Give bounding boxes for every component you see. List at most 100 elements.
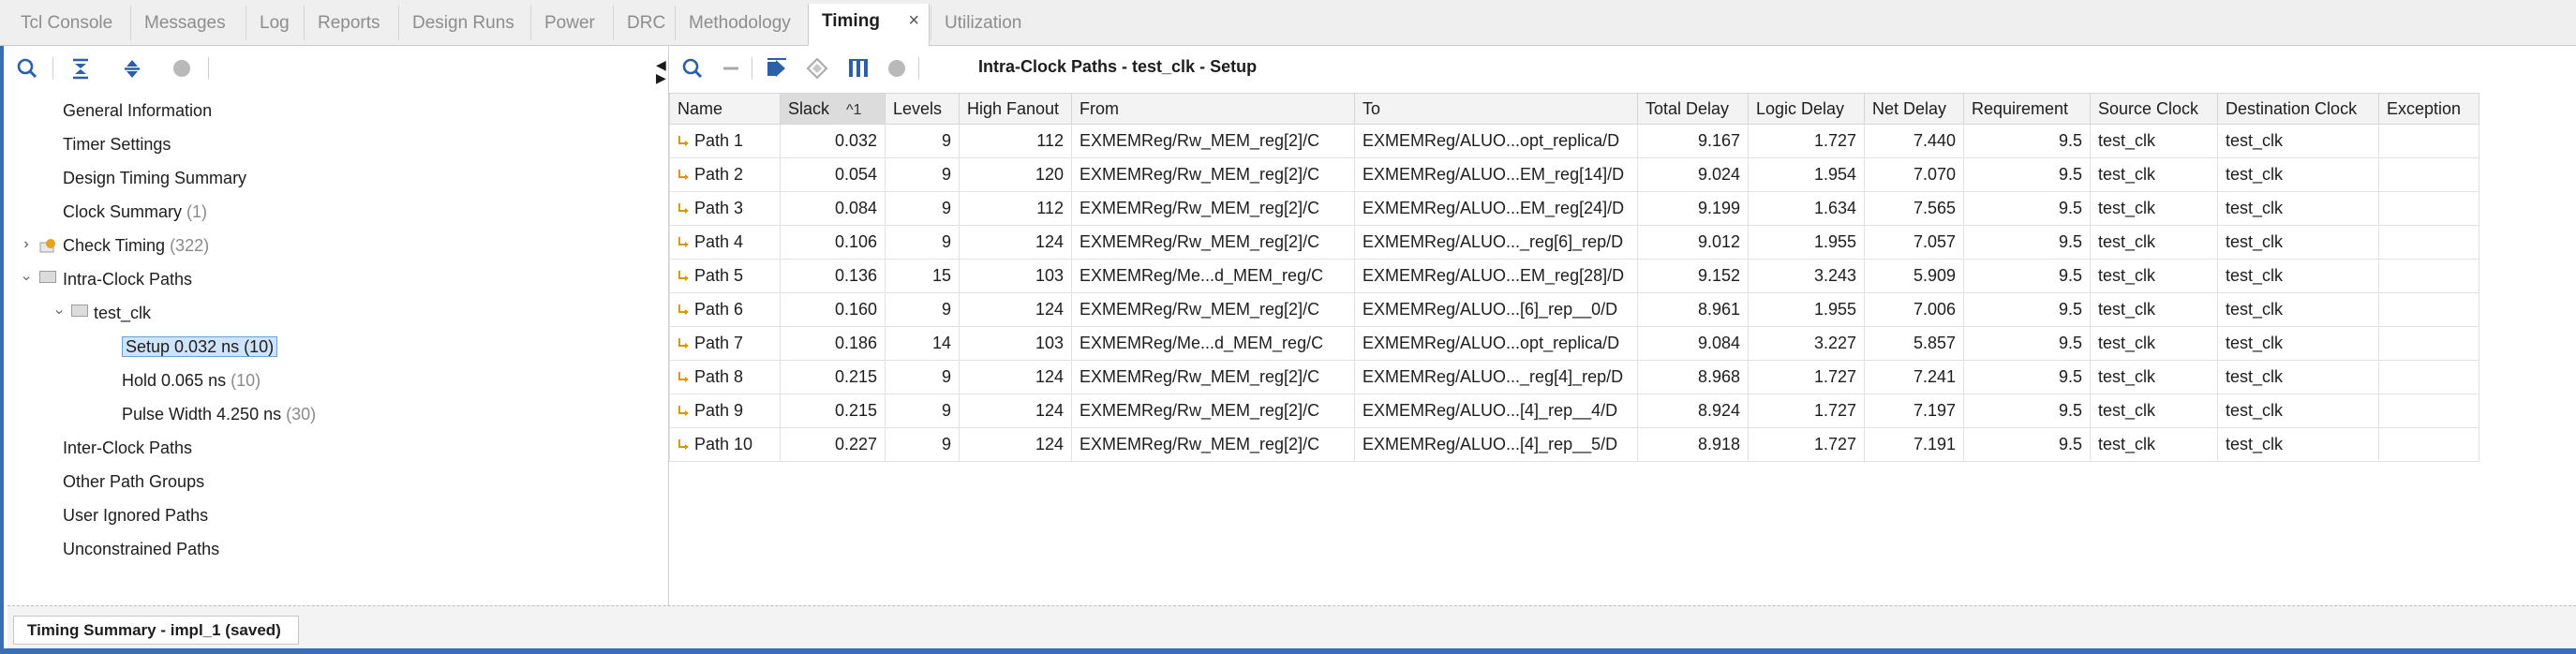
table-row[interactable]: Path 3 0.084 9 112 EXMEMReg/Rw_MEM_reg[2]/C E… [669, 191, 2479, 226]
chevron-right-icon[interactable]: › [19, 236, 34, 253]
cell-to: EXMEMReg/ALUO...EM_reg[14]/D [1354, 157, 1638, 192]
table-row[interactable]: Path 8 0.215 9 124 EXMEMReg/Rw_MEM_reg[2]/C E… [669, 360, 2479, 394]
tab-drc[interactable]: DRC [613, 6, 667, 40]
tab-log[interactable]: Log [246, 6, 300, 40]
cell-levels: 9 [885, 124, 960, 158]
column-header-net-delay[interactable]: Net Delay [1864, 93, 1964, 125]
column-header-logic-delay[interactable]: Logic Delay [1748, 93, 1865, 125]
cell-levels: 9 [885, 292, 960, 327]
cell-net-delay: 7.440 [1864, 124, 1964, 158]
column-header-slack[interactable]: Slack ^1 [780, 93, 886, 125]
cell-total-delay: 8.924 [1637, 394, 1749, 428]
cell-source-clock: test_clk [2090, 427, 2218, 462]
column-header-exception[interactable]: Exception [2378, 93, 2479, 125]
column-header-levels[interactable]: Levels [885, 93, 960, 125]
tree-item-hold[interactable]: Hold 0.065 ns (10) [122, 366, 261, 394]
column-header-source-clock[interactable]: Source Clock [2090, 93, 2218, 125]
cell-total-delay: 9.199 [1637, 191, 1749, 226]
cell-destination-clock: test_clk [2217, 394, 2379, 428]
tree-item-check-timing[interactable]: Check Timing (322) [63, 231, 209, 260]
cell-to: EXMEMReg/ALUO...opt_replica/D [1354, 326, 1638, 361]
cell-source-clock: test_clk [2090, 292, 2218, 327]
cell-from: EXMEMReg/Rw_MEM_reg[2]/C [1071, 360, 1355, 394]
close-icon[interactable]: × [908, 4, 919, 38]
search-icon[interactable] [13, 54, 41, 82]
column-header-destination-clock[interactable]: Destination Clock [2217, 93, 2379, 125]
cell-requirement: 9.5 [1963, 427, 2091, 462]
tab-power[interactable]: Power [530, 6, 607, 40]
table-row[interactable]: Path 6 0.160 9 124 EXMEMReg/Rw_MEM_reg[2]/C E… [669, 292, 2479, 327]
splitter-handle[interactable]: ◀ ▶ [656, 58, 666, 84]
cell-exception [2378, 292, 2479, 327]
cell-exception [2378, 124, 2479, 158]
column-header-from[interactable]: From [1071, 93, 1355, 125]
chevron-down-icon[interactable]: › [51, 305, 67, 320]
tree-item-pulse-width[interactable]: Pulse Width 4.250 ns (30) [122, 400, 316, 428]
tree-item-design-timing-summary[interactable]: Design Timing Summary [63, 164, 246, 192]
tree-item-test-clk[interactable]: test_clk [94, 299, 151, 327]
cell-source-clock: test_clk [2090, 225, 2218, 260]
tree-item-intra-clock-paths[interactable]: Intra-Clock Paths [63, 265, 192, 293]
timing-summary-tab[interactable]: Timing Summary - impl_1 (saved) [13, 616, 299, 645]
column-header-requirement[interactable]: Requirement [1963, 93, 2091, 125]
column-header-to[interactable]: To [1354, 93, 1638, 125]
tab-reports[interactable]: Reports [304, 6, 388, 40]
diamond-icon[interactable] [803, 54, 831, 82]
tree-item-unconstrained-paths[interactable]: Unconstrained Paths [63, 535, 219, 563]
cell-exception [2378, 326, 2479, 361]
paths-toolbar: Intra-Clock Paths - test_clk - Setup [669, 46, 2576, 91]
window-frame-bottom [0, 648, 2576, 654]
tree-item-timer-settings[interactable]: Timer Settings [63, 130, 171, 158]
tab-messages[interactable]: Messages [130, 6, 238, 40]
cell-requirement: 9.5 [1963, 394, 2091, 428]
table-row[interactable]: Path 1 0.032 9 112 EXMEMReg/Rw_MEM_reg[2]/C E… [669, 124, 2479, 158]
tab-tcl-console[interactable]: Tcl Console [7, 6, 125, 40]
export-icon[interactable] [763, 54, 791, 82]
cell-logic-delay: 3.227 [1748, 326, 1865, 361]
timing-path-icon [678, 170, 689, 180]
tab-methodology[interactable]: Methodology [675, 6, 801, 40]
column-header-name[interactable]: Name [669, 93, 781, 125]
tab-utilization[interactable]: Utilization [931, 6, 1035, 40]
cell-to: EXMEMReg/ALUO...EM_reg[28]/D [1354, 259, 1638, 293]
table-row[interactable]: Path 4 0.106 9 124 EXMEMReg/Rw_MEM_reg[2]/C E… [669, 225, 2479, 260]
table-row[interactable]: Path 2 0.054 9 120 EXMEMReg/Rw_MEM_reg[2]/C E… [669, 157, 2479, 192]
cell-high-fanout: 124 [959, 427, 1072, 462]
cell-exception [2378, 427, 2479, 462]
cell-slack: 0.106 [780, 225, 886, 260]
search-icon[interactable] [678, 54, 707, 82]
table-row[interactable]: Path 5 0.136 15 103 EXMEMReg/Me...d_MEM_reg/… [669, 259, 2479, 293]
tab-label: Reports [318, 13, 380, 33]
column-header-high-fanout[interactable]: High Fanout [959, 93, 1072, 125]
chevron-down-icon[interactable]: › [18, 271, 35, 286]
cell-exception [2378, 360, 2479, 394]
collapse-all-icon[interactable] [67, 54, 95, 82]
tree-item-user-ignored-paths[interactable]: User Ignored Paths [63, 501, 208, 529]
cell-to: EXMEMReg/ALUO...EM_reg[24]/D [1354, 191, 1638, 226]
cell-net-delay: 7.191 [1864, 427, 1964, 462]
tree-item-clock-summary[interactable]: Clock Summary (1) [63, 198, 207, 226]
tab-design-runs[interactable]: Design Runs [398, 6, 525, 40]
table-row[interactable]: Path 10 0.227 9 124 EXMEMReg/Rw_MEM_reg[2]/C… [669, 427, 2479, 462]
cell-exception [2378, 225, 2479, 260]
sort-ascending-icon: ^1 [846, 101, 862, 118]
timing-path-icon [678, 406, 689, 416]
table-body: Path 1 0.032 9 112 EXMEMReg/Rw_MEM_reg[2]/C E… [669, 124, 2479, 462]
cell-high-fanout: 112 [959, 124, 1072, 158]
minus-icon[interactable] [717, 54, 745, 82]
column-header-total-delay[interactable]: Total Delay [1637, 93, 1749, 125]
tab-label: Log [260, 13, 290, 33]
tree-item-general-information[interactable]: General Information [63, 97, 212, 125]
table-row[interactable]: Path 9 0.215 9 124 EXMEMReg/Rw_MEM_reg[2]/C E… [669, 394, 2479, 428]
table-row[interactable]: Path 7 0.186 14 103 EXMEMReg/Me...d_MEM_reg/… [669, 326, 2479, 361]
cell-slack: 0.054 [780, 157, 886, 192]
tab-timing[interactable]: Timing × [808, 4, 930, 46]
cell-requirement: 9.5 [1963, 292, 2091, 327]
tree-item-other-path-groups[interactable]: Other Path Groups [63, 468, 204, 496]
path-name: Path 6 [694, 300, 744, 319]
cell-exception [2378, 259, 2479, 293]
tree-item-setup[interactable]: Setup 0.032 ns (10) [122, 333, 278, 361]
tree-item-inter-clock-paths[interactable]: Inter-Clock Paths [63, 434, 192, 462]
expand-all-icon[interactable] [118, 54, 146, 82]
columns-icon[interactable] [844, 54, 872, 82]
